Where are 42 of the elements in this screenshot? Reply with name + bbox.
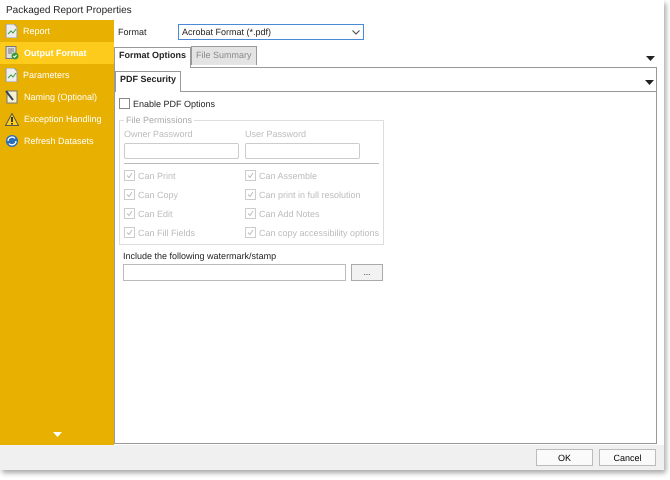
globe-arrows-icon [5, 134, 19, 148]
sidebar-item[interactable]: Refresh Datasets [0, 130, 114, 152]
field-label: Owner Password [124, 129, 194, 139]
checkbox-label: Can Copy [138, 190, 178, 200]
tab[interactable]: File Summary [191, 46, 257, 65]
sidebar-item[interactable]: Parameters [0, 64, 114, 86]
warning-icon [5, 112, 19, 126]
document-icon [5, 24, 18, 38]
note-pencil-icon [5, 90, 19, 104]
password-field[interactable] [245, 143, 360, 159]
tab-menu-caret-icon[interactable] [645, 80, 654, 85]
ok-button[interactable]: OK [536, 449, 593, 466]
group-title: File Permissions [125, 115, 194, 125]
tab-menu-caret-icon[interactable] [646, 56, 655, 61]
checkbox-label: Can Add Notes [259, 208, 320, 218]
document-check-icon [5, 46, 19, 60]
cancel-button[interactable]: Cancel [599, 449, 656, 466]
browse-button[interactable]: ... [351, 264, 383, 281]
tab[interactable]: PDF Security [115, 71, 182, 92]
checkbox-label: Can print in full resolution [259, 190, 361, 200]
checkbox-label: Can Fill Fields [138, 228, 196, 238]
checkbox-label: Can Edit [138, 208, 173, 218]
checkbox[interactable] [119, 98, 130, 109]
tab[interactable]: Format Options [114, 47, 191, 68]
password-field[interactable] [124, 143, 239, 159]
sidebar-item[interactable]: Exception Handling [0, 108, 114, 130]
document-icon [5, 68, 18, 82]
format-label: Format [118, 27, 148, 37]
sidebar-item[interactable]: Output Format [0, 42, 114, 64]
field-label: Include the following watermark/stamp [123, 251, 278, 261]
expand-caret-icon[interactable] [52, 432, 62, 437]
sidebar-item[interactable]: Report [0, 20, 114, 42]
checkbox-label: Enable PDF Options [133, 98, 216, 108]
watermark-field[interactable] [123, 264, 346, 281]
window-title: Packaged Report Properties [5, 4, 133, 18]
checkbox-label: Can Assemble [259, 170, 318, 180]
dropdown-chevron-icon[interactable] [352, 30, 360, 34]
sidebar-item[interactable]: Naming (Optional) [0, 86, 114, 108]
format-dropdown[interactable]: Acrobat Format (*.pdf) [178, 24, 364, 40]
field-label: User Password [245, 129, 308, 139]
checkbox-label: Can copy accessibility options [259, 228, 380, 238]
checkbox-label: Can Print [138, 170, 176, 180]
